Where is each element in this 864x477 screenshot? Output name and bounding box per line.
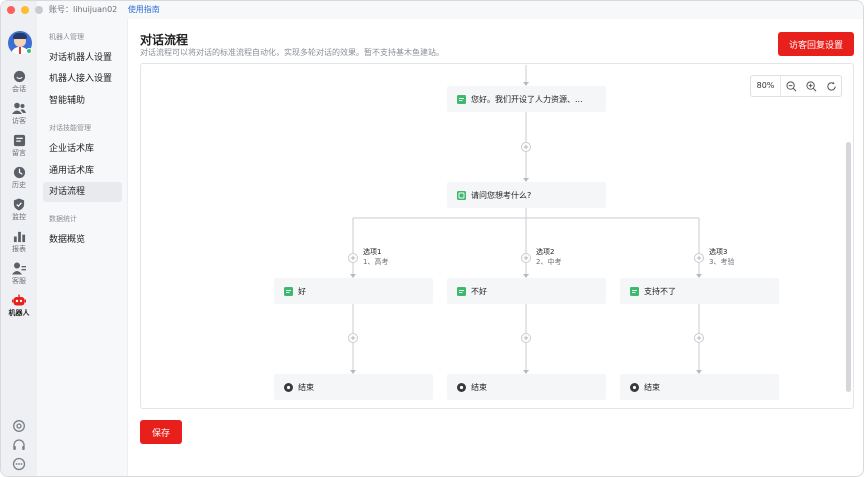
save-button[interactable]: 保存 xyxy=(140,420,182,444)
visitor-icon xyxy=(12,101,26,115)
zoom-level: 80% xyxy=(751,76,781,96)
nav-item-general-scripts[interactable]: 通用话术库 xyxy=(43,161,122,181)
message-node-icon xyxy=(457,94,466,104)
rail-item-report[interactable]: 报表 xyxy=(1,227,37,257)
flow-node-question[interactable]: 请问您想考什么? xyxy=(447,182,606,208)
rail-item-label: 历史 xyxy=(12,181,26,189)
monitor-shield-icon xyxy=(12,197,26,211)
rail-item-label: 客服 xyxy=(12,277,26,285)
nav-group-title: 数据统计 xyxy=(49,215,77,223)
nav-item-bot-settings[interactable]: 对话机器人设置 xyxy=(43,48,122,68)
account-label: 账号：lihuijuan02 xyxy=(49,5,118,14)
report-bar-icon xyxy=(12,229,26,243)
message-node-icon xyxy=(457,286,466,296)
option-label-2: 选项2 2、中考 xyxy=(536,248,562,266)
app-window: 账号：lihuijuan02 使用指南 会话 访客 留言 历史 监控 报表 客服… xyxy=(0,0,864,477)
rail-item-label: 机器人 xyxy=(8,309,30,317)
flow-node-end-1[interactable]: 结束 xyxy=(274,374,433,400)
zoom-controls: 80% xyxy=(750,75,842,97)
icon-rail: 会话 访客 留言 历史 监控 报表 客服 机器人 xyxy=(1,1,37,476)
flow-node-reply-3[interactable]: 支持不了 xyxy=(620,278,779,304)
visitor-reply-settings-button[interactable]: 访客回复设置 xyxy=(778,32,854,56)
page-description: 对话流程可以将对话的标准流程自动化，实现多轮对话的效果。暂不支持基木鱼建站。 xyxy=(140,48,444,57)
rail-item-visitor[interactable]: 访客 xyxy=(1,99,37,129)
online-status-dot xyxy=(26,48,32,54)
end-node-icon xyxy=(284,382,293,392)
flow-canvas[interactable] xyxy=(140,63,854,409)
rail-item-label: 留言 xyxy=(12,149,26,157)
settings-icon[interactable] xyxy=(12,418,26,432)
rail-item-history[interactable]: 历史 xyxy=(1,163,37,193)
nav-item-dialog-flow[interactable]: 对话流程 xyxy=(43,182,122,202)
question-node-icon xyxy=(457,190,466,200)
rail-item-message[interactable]: 留言 xyxy=(1,131,37,161)
close-window-button[interactable] xyxy=(7,6,15,14)
zoom-in-icon[interactable] xyxy=(801,76,821,96)
page-title: 对话流程 xyxy=(140,33,189,47)
node-label: 结束 xyxy=(471,382,487,392)
rail-item-label: 报表 xyxy=(12,245,26,253)
node-label: 不好 xyxy=(471,286,487,296)
node-label: 结束 xyxy=(298,382,314,392)
minimize-window-button[interactable] xyxy=(21,6,29,14)
message-icon xyxy=(12,133,26,147)
flow-node-reply-2[interactable]: 不好 xyxy=(447,278,606,304)
more-icon[interactable] xyxy=(12,456,26,471)
add-node-plus-icon[interactable] xyxy=(694,253,704,263)
rail-item-label: 访客 xyxy=(12,117,26,125)
headset-icon[interactable] xyxy=(12,437,26,451)
rail-item-monitor[interactable]: 监控 xyxy=(1,195,37,225)
nav-item-data-overview[interactable]: 数据概览 xyxy=(43,230,122,250)
history-icon xyxy=(12,165,26,179)
add-node-plus-icon[interactable] xyxy=(521,333,531,343)
end-node-icon xyxy=(457,382,466,392)
nav-item-enterprise-scripts[interactable]: 企业话术库 xyxy=(43,139,122,159)
add-node-plus-icon[interactable] xyxy=(694,333,704,343)
rail-item-label: 监控 xyxy=(12,213,26,221)
message-node-icon xyxy=(284,286,293,296)
nav-group-title: 机器人管理 xyxy=(49,33,84,41)
chat-icon xyxy=(12,69,26,83)
rail-item-label: 会话 xyxy=(12,85,26,93)
reset-refresh-icon[interactable] xyxy=(821,76,841,96)
node-label: 好 xyxy=(298,286,306,296)
nav-item-smart-assist[interactable]: 智能辅助 xyxy=(43,91,122,111)
flow-node-end-2[interactable]: 结束 xyxy=(447,374,606,400)
flow-node-end-3[interactable]: 结束 xyxy=(620,374,779,400)
maximize-window-button[interactable] xyxy=(35,6,43,14)
add-node-plus-icon[interactable] xyxy=(521,142,531,152)
rail-item-chat[interactable]: 会话 xyxy=(1,67,37,97)
add-node-plus-icon[interactable] xyxy=(348,253,358,263)
node-label: 您好。我们开设了人力资源、... xyxy=(471,94,583,104)
node-label: 支持不了 xyxy=(644,286,676,296)
nav-item-bot-access[interactable]: 机器人接入设置 xyxy=(43,69,122,89)
node-label: 请问您想考什么? xyxy=(471,190,532,200)
user-guide-link[interactable]: 使用指南 xyxy=(128,5,160,14)
canvas-scrollbar[interactable] xyxy=(846,142,851,392)
nav-group-title: 对话技能管理 xyxy=(49,124,91,132)
add-node-plus-icon[interactable] xyxy=(348,333,358,343)
flow-node-reply-1[interactable]: 好 xyxy=(274,278,433,304)
add-node-plus-icon[interactable] xyxy=(521,253,531,263)
top-bar: 账号：lihuijuan02 使用指南 xyxy=(37,1,863,19)
end-node-icon xyxy=(630,382,639,392)
option-label-1: 选项1 1、高考 xyxy=(363,248,389,266)
zoom-out-icon[interactable] xyxy=(781,76,801,96)
rail-item-agent[interactable]: 客服 xyxy=(1,259,37,289)
rail-item-robot[interactable]: 机器人 xyxy=(1,291,37,321)
option-label-3: 选项3 3、考验 xyxy=(709,248,735,266)
robot-icon xyxy=(12,293,26,307)
window-controls xyxy=(7,6,43,14)
flow-node-greeting[interactable]: 您好。我们开设了人力资源、... xyxy=(447,86,606,112)
agent-icon xyxy=(12,261,26,275)
message-node-icon xyxy=(630,286,639,296)
secondary-nav: 机器人管理 对话机器人设置 机器人接入设置 智能辅助 对话技能管理 企业话术库 … xyxy=(37,19,128,476)
node-label: 结束 xyxy=(644,382,660,392)
